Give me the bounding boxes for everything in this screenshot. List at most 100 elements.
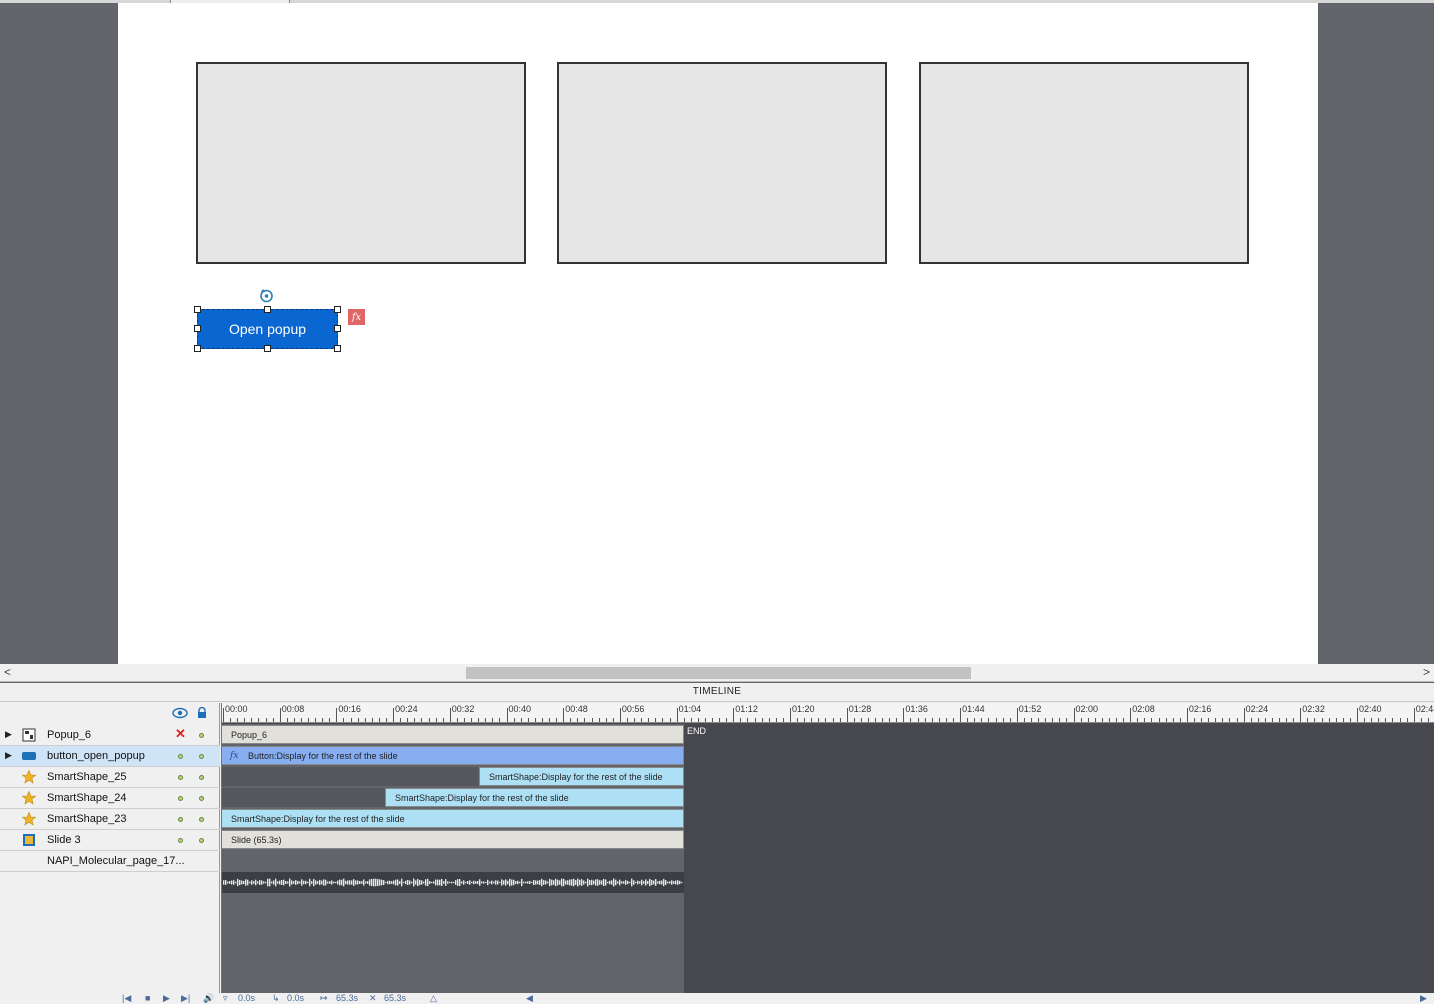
ruler-minor-tick [1052, 718, 1054, 722]
lock-dot[interactable] [199, 838, 204, 843]
ruler-major-tick [279, 708, 281, 722]
forward-icon[interactable]: ▶| [181, 993, 190, 1004]
timeline-bar-smartshape-23[interactable]: SmartShape:Display for the rest of the s… [221, 809, 684, 828]
resize-handle-sw[interactable] [194, 345, 201, 352]
resize-handle-ne[interactable] [334, 306, 341, 313]
timeline-bar-slide[interactable]: Slide (65.3s) [221, 830, 684, 849]
visibility-dot[interactable] [178, 796, 183, 801]
resize-handle-s[interactable] [264, 345, 271, 352]
ruler-label: 00:32 [451, 704, 475, 714]
timeline-bar-popup[interactable]: Popup_6 [221, 725, 684, 744]
ruler-minor-tick [364, 718, 366, 722]
ruler-label: 00:56 [621, 704, 645, 714]
scroll-left-icon[interactable]: < [4, 665, 11, 679]
ruler-minor-tick [995, 718, 997, 722]
ruler-minor-tick [442, 718, 444, 722]
image-placeholder-1[interactable] [196, 62, 526, 264]
ruler-minor-tick [265, 718, 267, 722]
ruler-minor-tick [662, 718, 664, 722]
rewind-icon[interactable]: |◀ [122, 993, 131, 1004]
playhead[interactable] [221, 703, 222, 1004]
resize-handle-se[interactable] [334, 345, 341, 352]
popup-icon [22, 728, 36, 742]
layer-row-slide-3[interactable]: Slide 3 [0, 830, 220, 851]
time-ruler[interactable]: 00:00 00:08 00:16 00:24 00:32 00:40 00:48 00:56… [221, 703, 1434, 723]
timeline-tracks[interactable]: 00:00 00:08 00:16 00:24 00:32 00:40 00:48 00:56… [221, 703, 1434, 1004]
stage-area: Open popup fx [0, 0, 1434, 664]
ruler-minor-tick [867, 718, 869, 722]
ruler-minor-tick [988, 718, 990, 722]
visibility-dot[interactable] [178, 817, 183, 822]
ruler-minor-tick [1002, 718, 1004, 722]
lock-dot[interactable] [199, 754, 204, 759]
rotate-handle-icon[interactable] [258, 287, 275, 304]
ruler-minor-tick [655, 718, 657, 722]
eye-icon[interactable] [172, 707, 188, 719]
ruler-minor-tick [1179, 718, 1181, 722]
scroll-right-icon[interactable]: > [1423, 665, 1430, 679]
lock-icon[interactable] [196, 707, 208, 719]
speaker-icon[interactable]: 🔊 [203, 993, 214, 1004]
ruler-minor-tick [889, 718, 891, 722]
image-placeholder-2[interactable] [557, 62, 887, 264]
ruler-minor-tick [343, 718, 345, 722]
timeline-bar-button[interactable]: fx Button:Display for the rest of the sl… [221, 746, 684, 765]
resize-handle-e[interactable] [334, 325, 341, 332]
expand-arrow-icon[interactable]: ▶ [5, 729, 12, 740]
timeline-scroll-right-icon[interactable]: ▶ [1420, 993, 1427, 1004]
layer-row-smartshape-24[interactable]: SmartShape_24 [0, 788, 220, 809]
ruler-label: 00:00 [225, 704, 248, 714]
ruler-major-tick [790, 708, 791, 722]
ruler-minor-tick [1427, 718, 1429, 722]
stage-horizontal-scrollbar[interactable]: < > [0, 664, 1434, 682]
resize-handle-nw[interactable] [194, 306, 201, 313]
lock-dot[interactable] [199, 796, 204, 801]
ruler-minor-tick [768, 718, 770, 722]
slide-canvas[interactable]: Open popup fx [118, 3, 1318, 664]
ruler-minor-tick [1364, 718, 1366, 722]
ruler-major-tick [1130, 708, 1132, 722]
lock-dot[interactable] [199, 817, 204, 822]
ruler-minor-tick [1087, 718, 1089, 722]
visibility-dot[interactable] [178, 838, 183, 843]
visibility-dot[interactable] [178, 775, 183, 780]
lock-dot[interactable] [199, 775, 204, 780]
timeline-bar-smartshape-25[interactable]: SmartShape:Display for the rest of the s… [479, 767, 684, 786]
hidden-x-icon[interactable]: ✕ [175, 726, 186, 742]
resize-handle-n[interactable] [264, 306, 271, 313]
zoom-icon[interactable]: △ [430, 993, 437, 1004]
visibility-dot[interactable] [178, 754, 183, 759]
timeline-gap [221, 767, 479, 786]
play-icon[interactable]: ▶ [163, 993, 170, 1004]
layer-row-button-open-popup[interactable]: ▶ button_open_popup [0, 746, 220, 767]
expand-arrow-icon[interactable]: ▶ [5, 750, 12, 761]
ruler-label: 00:24 [395, 704, 418, 714]
fx-action-icon[interactable]: fx [348, 309, 365, 325]
ruler-minor-tick [818, 718, 820, 722]
ruler-minor-tick [584, 718, 586, 722]
ruler-major-tick [449, 708, 451, 722]
star-icon [22, 791, 36, 805]
layer-row-audio[interactable]: NAPI_Molecular_page_17... [0, 851, 220, 872]
ruler-minor-tick [1250, 718, 1252, 722]
timeline-bar-smartshape-24[interactable]: SmartShape:Display for the rest of the s… [385, 788, 684, 807]
ruler-minor-tick [556, 718, 558, 722]
lock-dot[interactable] [199, 733, 204, 738]
ruler-minor-tick [811, 718, 813, 722]
ruler-minor-tick [485, 718, 487, 722]
ruler-minor-tick [1392, 718, 1394, 722]
open-popup-button[interactable]: Open popup [197, 309, 338, 349]
scrollbar-thumb[interactable] [466, 667, 971, 679]
layer-row-smartshape-25[interactable]: SmartShape_25 [0, 767, 220, 788]
audio-waveform[interactable] [221, 872, 684, 893]
layer-row-popup[interactable]: ▶ Popup_6 ✕ [0, 725, 220, 746]
timeline-scroll-left-icon[interactable]: ◀ [526, 993, 533, 1004]
ruler-minor-tick [1264, 718, 1266, 722]
ruler-minor-tick [882, 718, 884, 722]
ruler-minor-tick [541, 718, 543, 722]
image-placeholder-3[interactable] [919, 62, 1249, 264]
stop-icon[interactable]: ■ [145, 993, 150, 1003]
resize-handle-w[interactable] [194, 325, 201, 332]
ruler-minor-tick [740, 718, 742, 722]
layer-row-smartshape-23[interactable]: SmartShape_23 [0, 809, 220, 830]
